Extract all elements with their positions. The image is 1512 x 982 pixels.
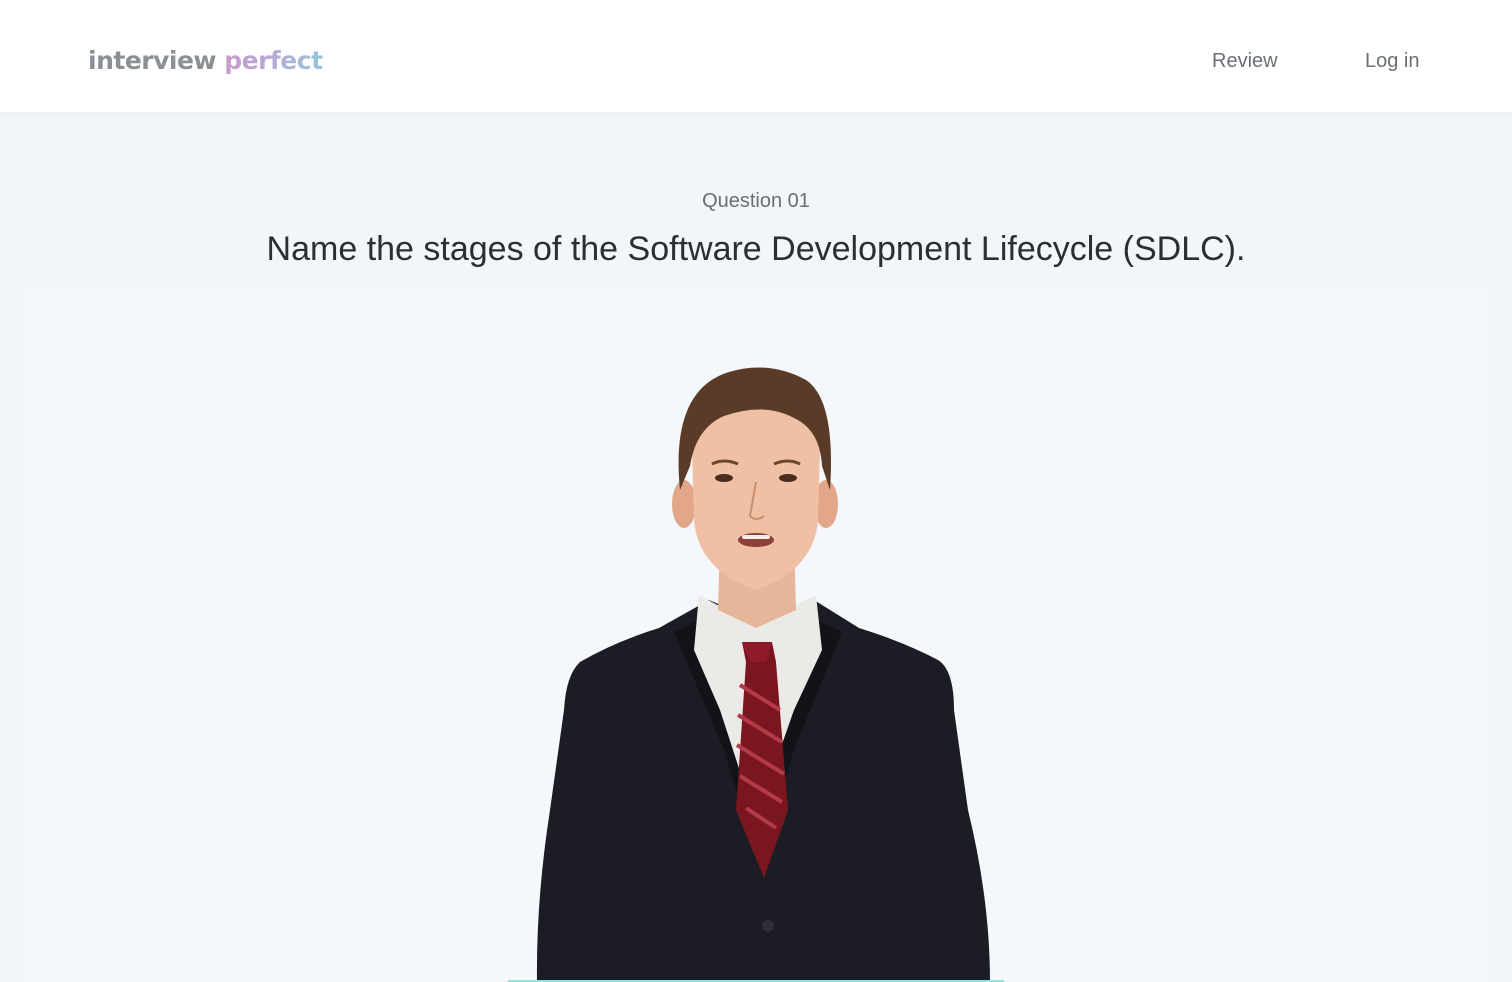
nav-login-link[interactable]: Log in (1365, 46, 1420, 76)
logo[interactable]: interview perfect (88, 42, 323, 80)
interviewer-avatar-image (536, 367, 990, 982)
nav-review-link[interactable]: Review (1212, 46, 1278, 76)
question-number: Question 01 (702, 190, 810, 212)
question-text: Name the stages of the Software Developm… (266, 230, 1246, 268)
logo-text-perfect: perfect (224, 46, 323, 75)
interviewer-video (24, 290, 1488, 982)
logo-text-interview: interview (88, 46, 225, 75)
top-navbar: interview perfect Review Log in (0, 0, 1512, 112)
